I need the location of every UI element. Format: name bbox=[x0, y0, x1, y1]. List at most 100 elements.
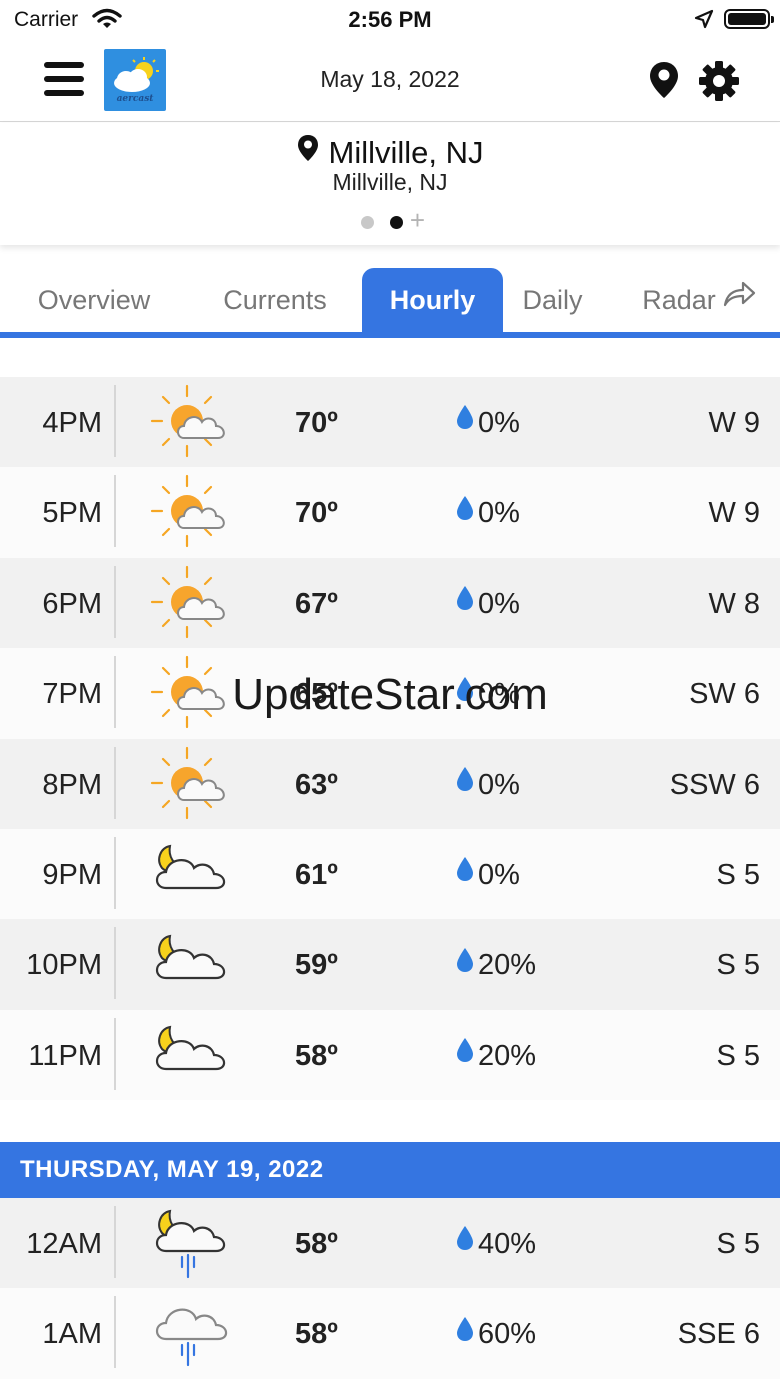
precipitation-value: 0% bbox=[478, 858, 520, 891]
tab-daily[interactable]: Daily bbox=[505, 268, 600, 332]
precipitation: 0% bbox=[456, 739, 520, 829]
precipitation-value: 20% bbox=[478, 949, 537, 982]
hour-label: 9PM bbox=[42, 858, 102, 891]
hour-label: 1AM bbox=[42, 1318, 102, 1351]
temperature: 65º bbox=[295, 678, 338, 711]
hour-label: 6PM bbox=[42, 587, 102, 620]
precipitation: 60% bbox=[456, 1288, 536, 1378]
temperature: 70º bbox=[295, 407, 338, 439]
temperature: 63º bbox=[295, 768, 338, 801]
precipitation: 40% bbox=[456, 1198, 536, 1288]
partly-sunny-icon bbox=[150, 472, 232, 552]
temperature: 58º bbox=[295, 1318, 338, 1351]
location-pin-icon[interactable] bbox=[648, 60, 680, 105]
hourly-row[interactable]: 11PM 58º 20% S 5 bbox=[0, 1008, 780, 1101]
hourly-row[interactable]: 9PM 61º 0% S 5 bbox=[0, 827, 780, 920]
hourly-row[interactable]: 1AM 58º 60% SSE 6 bbox=[0, 1288, 780, 1379]
wind: W 8 bbox=[708, 587, 760, 620]
page-indicator[interactable]: + bbox=[0, 205, 780, 236]
add-location-button[interactable]: + bbox=[410, 205, 425, 236]
hourly-row[interactable]: 7PM 65º 0% SW 6 bbox=[0, 648, 780, 739]
precipitation-value: 0% bbox=[478, 497, 520, 530]
wind: W 9 bbox=[708, 407, 760, 439]
precipitation-value: 0% bbox=[478, 587, 520, 620]
battery-icon bbox=[724, 9, 774, 29]
wind: SSW 6 bbox=[669, 768, 760, 801]
row-divider bbox=[114, 656, 116, 729]
raindrop-icon bbox=[456, 918, 474, 1010]
wind: S 5 bbox=[716, 858, 760, 891]
hourly-row[interactable]: 4PM 70º 0% W 9 bbox=[0, 377, 780, 468]
row-divider bbox=[114, 1206, 116, 1278]
raindrop-icon bbox=[456, 737, 474, 829]
tab-currents[interactable]: Currents bbox=[190, 268, 360, 332]
partly-sunny-icon bbox=[150, 744, 232, 824]
hour-label: 11PM bbox=[28, 1039, 102, 1072]
row-divider bbox=[114, 927, 116, 1000]
tab-bar: Overview Currents Hourly Daily Radar bbox=[0, 268, 780, 338]
row-divider bbox=[114, 1017, 116, 1090]
night-rain-icon bbox=[150, 1203, 232, 1283]
hour-label: 8PM bbox=[42, 768, 102, 801]
tab-hourly[interactable]: Hourly bbox=[362, 268, 503, 332]
raindrop-icon bbox=[456, 1196, 474, 1288]
partly-sunny-icon bbox=[150, 382, 232, 462]
temperature: 70º bbox=[295, 497, 338, 530]
hourly-row[interactable]: 10PM 59º 20% S 5 bbox=[0, 919, 780, 1010]
tab-overview[interactable]: Overview bbox=[10, 268, 178, 332]
precipitation-value: 0% bbox=[478, 768, 520, 801]
status-bar: Carrier 2:56 PM bbox=[0, 0, 780, 40]
tab-radar-label: Radar bbox=[642, 285, 716, 315]
share-icon bbox=[722, 267, 756, 331]
hour-label: 10PM bbox=[26, 949, 102, 982]
page-dot[interactable] bbox=[360, 216, 374, 229]
precipitation: 0% bbox=[456, 377, 520, 467]
precipitation: 20% bbox=[456, 919, 536, 1009]
raindrop-icon bbox=[456, 1008, 474, 1100]
row-divider bbox=[114, 1296, 116, 1369]
temperature: 58º bbox=[295, 1039, 338, 1072]
gear-icon[interactable] bbox=[698, 60, 740, 107]
hour-label: 12AM bbox=[26, 1228, 102, 1260]
hourly-row[interactable]: 12AM 58º 40% S 5 bbox=[0, 1198, 780, 1289]
raindrop-icon bbox=[456, 827, 474, 919]
hourly-row[interactable]: 6PM 67º 0% W 8 bbox=[0, 557, 780, 649]
location-marker-icon bbox=[297, 134, 319, 170]
rain-cloud-icon bbox=[150, 1293, 232, 1373]
wind: S 5 bbox=[716, 1228, 760, 1260]
location-panel[interactable]: Millville, NJ Millville, NJ + bbox=[0, 123, 780, 245]
wind: W 9 bbox=[708, 497, 760, 530]
hour-label: 4PM bbox=[42, 407, 102, 439]
row-divider bbox=[114, 565, 116, 638]
logo-wordmark: aercast bbox=[116, 94, 154, 104]
precipitation-value: 0% bbox=[478, 407, 520, 439]
temperature: 59º bbox=[295, 949, 338, 982]
hourly-row[interactable]: 5PM 70º 0% W 9 bbox=[0, 466, 780, 558]
location-arrow-icon bbox=[694, 9, 714, 34]
wind: SW 6 bbox=[689, 678, 760, 711]
hourly-row[interactable]: 8PM 63º 0% SSW 6 bbox=[0, 738, 780, 829]
temperature: 61º bbox=[295, 858, 338, 891]
day-section-header: THURSDAY, MAY 19, 2022 bbox=[0, 1142, 780, 1198]
tab-underline bbox=[0, 332, 780, 338]
raindrop-icon bbox=[456, 466, 474, 558]
tab-radar[interactable]: Radar bbox=[618, 268, 780, 332]
raindrop-icon bbox=[456, 375, 474, 467]
row-divider bbox=[114, 746, 116, 819]
partly-cloudy-night-icon bbox=[150, 1015, 232, 1095]
location-subtitle: Millville, NJ bbox=[332, 169, 448, 195]
page-dot-active[interactable] bbox=[390, 216, 404, 229]
row-divider bbox=[114, 475, 116, 548]
hour-label: 7PM bbox=[42, 678, 102, 711]
partly-cloudy-night-icon bbox=[150, 834, 232, 914]
precipitation: 0% bbox=[456, 558, 520, 648]
location-title-row: Millville, NJ bbox=[0, 134, 780, 171]
location-title: Millville, NJ bbox=[328, 135, 484, 170]
hour-label: 5PM bbox=[42, 497, 102, 530]
status-time: 2:56 PM bbox=[348, 7, 432, 32]
hourly-list-next-day: 12AM 58º 40% S 5 1AM 58º 60% SSE 6 bbox=[0, 1198, 780, 1379]
precipitation: 0% bbox=[456, 648, 520, 738]
precipitation-value: 0% bbox=[478, 678, 520, 711]
raindrop-icon bbox=[456, 556, 474, 648]
hourly-list-today: 4PM 70º 0% W 9 5PM 70º 0% W 9 6PM 67º 0% W 8 7PM 65º 0… bbox=[0, 377, 780, 1101]
